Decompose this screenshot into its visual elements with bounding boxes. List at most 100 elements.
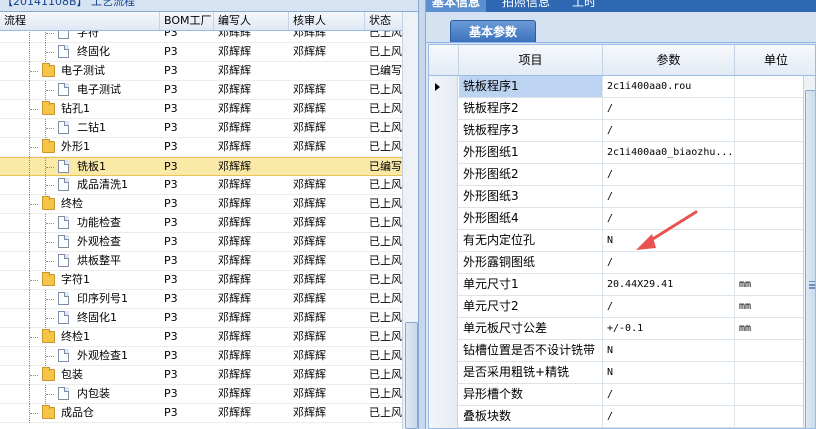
tree-folder-row[interactable]: 电子测试 P3 邓辉辉 已编写 bbox=[0, 62, 402, 81]
param-row[interactable]: 外形图纸1 2c1i400aa0_biaozhu... bbox=[429, 142, 815, 164]
status-text: 已上风 bbox=[369, 311, 402, 324]
param-value-cell[interactable]: / bbox=[603, 384, 735, 405]
tree-step-row[interactable]: 成品清洗1 P3 邓辉辉 邓辉辉 已上风 bbox=[0, 176, 402, 195]
tree-step-row[interactable]: 外观检查1 P3 邓辉辉 邓辉辉 已上风 bbox=[0, 347, 402, 366]
param-row[interactable]: 是否采用粗铣+精铣 N bbox=[429, 362, 815, 384]
param-value-cell[interactable]: +/-0.1 bbox=[603, 318, 735, 339]
col-header-bom[interactable]: BOM工厂 bbox=[160, 12, 214, 30]
tree-folder-row[interactable]: 包装 P3 邓辉辉 邓辉辉 已上风 bbox=[0, 366, 402, 385]
tree-connector-line bbox=[30, 147, 38, 148]
row-selector[interactable] bbox=[429, 406, 458, 428]
col-header-process[interactable]: 流程 bbox=[0, 12, 160, 30]
tab-work-hours[interactable]: 工时 bbox=[566, 0, 602, 12]
param-value-cell[interactable]: / bbox=[603, 406, 735, 427]
row-selector[interactable] bbox=[429, 98, 458, 120]
tree-step-row[interactable]: 终固化 P3 邓辉辉 邓辉辉 已上风 bbox=[0, 43, 402, 62]
param-row[interactable]: 外形图纸4/ bbox=[429, 208, 815, 230]
param-value-cell[interactable]: / bbox=[603, 120, 735, 141]
row-selector[interactable] bbox=[429, 340, 458, 362]
param-value-cell[interactable]: / bbox=[603, 186, 735, 207]
tree-step-row[interactable]: 终固化1 P3 邓辉辉 邓辉辉 已上风 bbox=[0, 309, 402, 328]
row-selector[interactable] bbox=[429, 384, 458, 406]
param-value-cell[interactable]: / bbox=[603, 208, 735, 229]
row-selector[interactable] bbox=[429, 208, 458, 230]
param-value-cell[interactable]: / bbox=[603, 164, 735, 185]
col-header-item[interactable]: 项目 bbox=[459, 45, 603, 75]
folder-icon bbox=[42, 139, 55, 153]
tab-basic-params[interactable]: 基本参数 bbox=[450, 20, 536, 42]
param-row[interactable]: 有无内定位孔 N bbox=[429, 230, 815, 252]
col-header-reviewer[interactable]: 核审人 bbox=[289, 12, 365, 30]
tree-connector-line bbox=[30, 71, 38, 72]
param-value-cell[interactable]: 2c1i400aa0.rou bbox=[603, 76, 735, 97]
col-header-status[interactable]: 状态 bbox=[365, 12, 402, 30]
param-row[interactable]: 外形露铜图纸 / bbox=[429, 252, 815, 274]
param-value-cell[interactable]: 20.44X29.41 bbox=[603, 274, 735, 295]
param-row[interactable]: 外形图纸2/ bbox=[429, 164, 815, 186]
tree-step-row[interactable]: 功能检查 P3 邓辉辉 邓辉辉 已上风 bbox=[0, 214, 402, 233]
tree-folder-row[interactable]: 终检 P3 邓辉辉 邓辉辉 已上风 bbox=[0, 195, 402, 214]
param-row[interactable]: 叠板块数 / bbox=[429, 406, 815, 428]
tree-folder-row[interactable]: 字符1 P3 邓辉辉 邓辉辉 已上风 bbox=[0, 271, 402, 290]
tree-step-row[interactable]: 内包装 P3 邓辉辉 邓辉辉 已上风 bbox=[0, 385, 402, 404]
process-title-tab[interactable]: 【20141108B】 工艺流程 bbox=[2, 0, 135, 9]
param-row[interactable]: 铣板程序1 2c1i400aa0.rou bbox=[429, 76, 815, 98]
tree-folder-row[interactable]: 钻孔1 P3 邓辉辉 邓辉辉 已上风 bbox=[0, 100, 402, 119]
param-value-cell[interactable]: N bbox=[603, 340, 735, 361]
panel-splitter[interactable] bbox=[418, 0, 426, 429]
row-selector[interactable] bbox=[429, 230, 458, 252]
tree-connector-line bbox=[30, 109, 38, 110]
row-selector[interactable] bbox=[429, 120, 458, 142]
tree-step-row[interactable]: 外观检查 P3 邓辉辉 邓辉辉 已上风 bbox=[0, 233, 402, 252]
param-value-cell[interactable]: N bbox=[603, 230, 735, 251]
row-selector[interactable] bbox=[429, 274, 458, 296]
params-scroll-thumb[interactable] bbox=[805, 90, 815, 428]
param-row[interactable]: 铣板程序3/ bbox=[429, 120, 815, 142]
row-selector[interactable] bbox=[429, 76, 458, 98]
detail-top-tabs: 基本信息 拍照信息 工时 bbox=[426, 0, 816, 12]
param-row[interactable]: 单元尺寸1 20.44X29.41 mm bbox=[429, 274, 815, 296]
param-value-cell[interactable]: / bbox=[603, 296, 735, 317]
bom-factory: P3 bbox=[164, 102, 178, 115]
col-header-param[interactable]: 参数 bbox=[603, 45, 735, 75]
row-selector[interactable] bbox=[429, 164, 458, 186]
param-row[interactable]: 外形图纸3/ bbox=[429, 186, 815, 208]
tree-step-row[interactable]: 电子测试 P3 邓辉辉 邓辉辉 已上风 bbox=[0, 81, 402, 100]
params-vertical-scrollbar[interactable] bbox=[803, 76, 815, 428]
param-row[interactable]: 单元板尺寸公差 +/-0.1 mm bbox=[429, 318, 815, 340]
tree-scroll-thumb[interactable] bbox=[405, 322, 418, 429]
param-value-cell[interactable]: / bbox=[603, 98, 735, 119]
tree-folder-row[interactable]: 外形1 P3 邓辉辉 邓辉辉 已上风 bbox=[0, 138, 402, 157]
param-value-cell[interactable]: / bbox=[603, 252, 735, 273]
col-header-writer[interactable]: 编写人 bbox=[214, 12, 289, 30]
param-value-cell[interactable]: N bbox=[603, 362, 735, 383]
tree-connector-line bbox=[46, 167, 54, 168]
param-unit-cell bbox=[735, 186, 805, 207]
param-row[interactable]: 单元尺寸2/mm bbox=[429, 296, 815, 318]
tab-photo-info[interactable]: 拍照信息 bbox=[496, 0, 556, 12]
row-selector[interactable] bbox=[429, 186, 458, 208]
bom-factory: P3 bbox=[164, 197, 178, 210]
bom-factory: P3 bbox=[164, 140, 178, 153]
row-selector[interactable] bbox=[429, 296, 458, 318]
param-value-cell[interactable]: 2c1i400aa0_biaozhu... bbox=[603, 142, 735, 163]
reviewer-name: 邓辉辉 bbox=[293, 83, 326, 96]
tree-step-row[interactable]: 印序列号1 P3 邓辉辉 邓辉辉 已上风 bbox=[0, 290, 402, 309]
row-selector[interactable] bbox=[429, 362, 458, 384]
tree-step-row[interactable]: 字符 P3 邓辉辉 邓辉辉 已上风 bbox=[0, 31, 402, 43]
param-row[interactable]: 钻槽位置是否不设计铣带 N bbox=[429, 340, 815, 362]
row-selector[interactable] bbox=[429, 142, 458, 164]
tree-vertical-scrollbar[interactable] bbox=[402, 12, 418, 429]
tree-folder-row[interactable]: 成品仓 P3 邓辉辉 邓辉辉 已上风 bbox=[0, 404, 402, 423]
tree-step-row[interactable]: 二钻1 P3 邓辉辉 邓辉辉 已上风 bbox=[0, 119, 402, 138]
col-header-unit[interactable]: 单位 bbox=[735, 45, 815, 75]
tree-step-row[interactable]: 铣板1 P3 邓辉辉 已编写 bbox=[0, 157, 402, 177]
tree-step-row[interactable]: 烘板整平 P3 邓辉辉 邓辉辉 已上风 bbox=[0, 252, 402, 271]
param-row[interactable]: 异形槽个数 / bbox=[429, 384, 815, 406]
row-selector[interactable] bbox=[429, 318, 458, 340]
tab-basic-info[interactable]: 基本信息 bbox=[426, 0, 487, 12]
row-selector[interactable] bbox=[429, 252, 458, 274]
document-icon bbox=[58, 178, 69, 191]
tree-folder-row[interactable]: 终检1 P3 邓辉辉 邓辉辉 已上风 bbox=[0, 328, 402, 347]
param-row[interactable]: 铣板程序2/ bbox=[429, 98, 815, 120]
